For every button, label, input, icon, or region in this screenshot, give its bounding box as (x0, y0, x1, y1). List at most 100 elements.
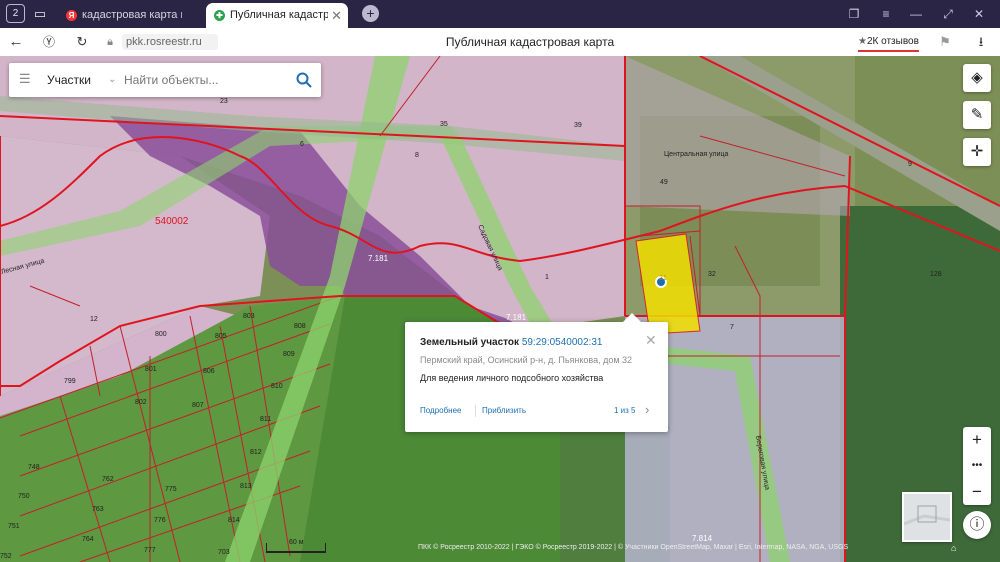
svg-text:32: 32 (708, 271, 716, 278)
svg-text:7.181: 7.181 (506, 313, 527, 322)
link-divider (475, 405, 476, 417)
search-icon[interactable] (295, 71, 313, 89)
layers-button[interactable]: ◈ (963, 64, 991, 92)
svg-text:764: 764 (82, 536, 94, 543)
svg-text:1: 1 (545, 274, 549, 281)
url-field[interactable]: pkk.rosreestr.ru (122, 34, 218, 50)
svg-text:813: 813 (240, 483, 252, 490)
info-icon: ⓘ (969, 516, 985, 533)
yandex-logo-icon[interactable]: Ⓨ (39, 32, 59, 52)
cadastral-map[interactable]: 23 35 39 6 8 9 49 1 32 31 7 128 12 800 8… (0, 56, 1000, 562)
svg-text:35: 35 (440, 121, 448, 128)
svg-text:748: 748 (28, 464, 40, 471)
svg-text:763: 763 (92, 506, 104, 513)
svg-text:8: 8 (415, 152, 419, 159)
tab-search[interactable]: Я кадастровая карта перм (58, 3, 202, 28)
lock-icon[interactable]: 🔒︎ (100, 32, 120, 52)
cadastral-number[interactable]: 59:29:0540002:31 (522, 337, 603, 348)
svg-text:802: 802 (135, 399, 147, 406)
info-button[interactable]: ⓘ (963, 511, 991, 539)
zoom-menu-icon[interactable]: ••• (963, 453, 991, 479)
menu-icon[interactable]: ☰ (19, 72, 31, 85)
object-type-select[interactable]: Участки (47, 63, 91, 97)
svg-text:12: 12 (90, 316, 98, 323)
reviews-badge[interactable]: ★2К отзывов (858, 34, 919, 52)
browser-tab-bar: 2 ▭ Я кадастровая карта перм ✚ Публичная… (0, 0, 1000, 28)
parcel-info-popup: Земельный участок 59:29:0540002:31 ✕ Пер… (405, 313, 668, 432)
zoom-out-icon[interactable]: − (963, 479, 991, 505)
svg-text:750: 750 (18, 493, 30, 500)
svg-text:Центральная улица: Центральная улица (664, 151, 729, 158)
minimize-icon[interactable]: — (905, 3, 927, 25)
svg-text:751: 751 (8, 523, 20, 530)
svg-text:809: 809 (283, 351, 295, 358)
reviews-label: 2К отзывов (866, 36, 919, 47)
zoom-to-link[interactable]: Приблизить (482, 406, 526, 415)
restore-icon[interactable]: ⤢ (937, 3, 959, 25)
browser-nav-bar: ← Ⓨ ↻ 🔒︎ pkk.rosreestr.ru Публичная када… (0, 28, 1000, 57)
locate-icon: ✛ (970, 143, 984, 160)
svg-text:39: 39 (574, 122, 582, 129)
chevron-right-icon[interactable]: › (645, 402, 649, 417)
svg-text:799: 799 (64, 378, 76, 385)
tab-pkk[interactable]: ✚ Публичная кадастрова ✕ (206, 3, 348, 28)
svg-text:703: 703 (218, 549, 230, 556)
tab-title: кадастровая карта перм (82, 9, 182, 21)
star-icon: ★ (858, 36, 867, 47)
new-tab-button[interactable]: + (362, 5, 379, 22)
download-icon[interactable]: ⭳ (971, 32, 991, 52)
more-link[interactable]: Подробнее (420, 406, 462, 415)
menu-icon[interactable]: ≡ (875, 3, 897, 25)
svg-text:6: 6 (300, 141, 304, 148)
svg-text:814: 814 (228, 517, 240, 524)
svg-text:805: 805 (215, 333, 227, 340)
svg-text:762: 762 (102, 476, 114, 483)
pkk-icon: ✚ (214, 10, 225, 21)
yandex-icon: Я (66, 10, 77, 21)
layers-icon: ◈ (971, 69, 983, 86)
minimap-canvas (904, 494, 950, 540)
home-map-icon[interactable]: ⌂ (951, 543, 956, 553)
collections-icon[interactable]: ❐ (843, 3, 865, 25)
tabs-icon[interactable]: ▭ (30, 4, 50, 24)
svg-text:540002: 540002 (155, 216, 189, 227)
close-tab-icon[interactable]: ✕ (331, 3, 342, 28)
svg-text:807: 807 (192, 402, 204, 409)
search-panel: ☰ Участки ⌄ (9, 63, 321, 97)
svg-text:810: 810 (271, 383, 283, 390)
parcel-address: Пермский край, Осинский р-н, д. Пьянкова… (420, 355, 633, 365)
parcel-usage: Для ведения личного подсобного хозяйства (420, 373, 604, 383)
svg-text:9: 9 (908, 161, 912, 168)
zoom-in-icon[interactable]: + (963, 427, 991, 453)
bookmark-icon[interactable]: ⚑ (935, 32, 955, 52)
svg-text:128: 128 (930, 271, 942, 278)
map-canvas[interactable]: 23 35 39 6 8 9 49 1 32 31 7 128 12 800 8… (0, 56, 1000, 562)
svg-text:800: 800 (155, 331, 167, 338)
svg-text:775: 775 (165, 486, 177, 493)
reload-icon[interactable]: ↻ (72, 32, 92, 52)
object-type: Земельный участок (420, 337, 520, 348)
svg-text:7.181: 7.181 (368, 254, 389, 263)
scale-label: 60 м (289, 539, 304, 546)
locate-button[interactable]: ✛ (963, 138, 991, 166)
close-window-icon[interactable]: ✕ (968, 3, 990, 25)
minimap[interactable] (902, 492, 952, 542)
close-icon[interactable]: ✕ (645, 333, 657, 347)
chevron-down-icon[interactable]: ⌄ (108, 63, 116, 97)
search-input[interactable] (124, 71, 284, 89)
home-icon[interactable]: 2 (6, 4, 25, 23)
svg-text:808: 808 (294, 323, 306, 330)
svg-text:803: 803 (243, 313, 255, 320)
svg-text:777: 777 (144, 547, 156, 554)
map-attribution: ПКК © Росреестр 2010-2022 | ГЭКО © Росре… (418, 544, 849, 551)
page-title: Публичная кадастровая карта (445, 35, 615, 49)
zoom-controls: + ••• − (963, 427, 991, 505)
ruler-button[interactable]: ✎ (963, 101, 991, 129)
popup-pagination: 1 из 5 (614, 406, 636, 415)
svg-text:31: 31 (659, 275, 667, 282)
back-icon[interactable]: ← (6, 32, 26, 52)
svg-text:801: 801 (145, 366, 157, 373)
popup-title: Земельный участок 59:29:0540002:31 (420, 337, 602, 348)
svg-text:7: 7 (730, 324, 734, 331)
svg-text:776: 776 (154, 517, 166, 524)
